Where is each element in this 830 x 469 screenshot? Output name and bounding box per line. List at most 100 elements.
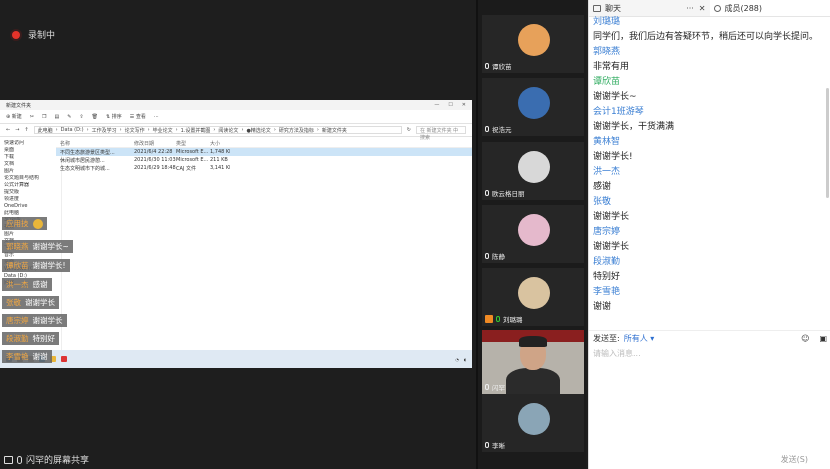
message-sender[interactable]: 张敬 [589,194,830,209]
participant-tile[interactable]: 谭欣苗 [482,15,584,73]
nav-item[interactable]: 音乐 [0,252,61,259]
path-segment[interactable]: ●精选论文 [246,127,270,134]
path-segment[interactable]: 阅读论文 [218,127,238,134]
mic-icon [485,126,489,132]
participant-tile[interactable]: 欧云格日丽 [482,142,584,200]
search-input[interactable]: 在 新建文件夹 中搜索 [416,126,466,141]
forward-icon[interactable]: → [15,127,19,133]
speaker-video[interactable]: 闪罕 [482,330,584,394]
nav-item[interactable]: 文档 [0,161,61,168]
path-segment[interactable]: 研究方法及指标 [279,127,314,134]
message-sender[interactable]: 刘璐璐 [589,14,830,29]
path-segment[interactable]: Data (D:) [61,127,84,133]
main-stage: 录制中 新建文件夹 — ☐ ✕ ⊕ 新建 ✂ ❐ ▤ ✎ ⇪ 🗑 ⇅ 排序 ☰ 查看… [0,0,476,469]
message-sender[interactable]: 唐宗婷 [589,224,830,239]
message-sender[interactable]: 黄林智 [589,134,830,149]
message-sender[interactable]: 洪一杰 [589,164,830,179]
path-segment[interactable]: 论文写作 [125,127,145,134]
more-icon[interactable]: ··· [686,4,694,13]
volume-icon[interactable]: ◖ [464,357,466,362]
refresh-icon[interactable]: ↻ [407,127,411,133]
app-icon[interactable] [61,356,67,362]
sort-button[interactable]: ⇅ 排序 [106,113,122,120]
message-input[interactable]: 请输入消息... [593,348,641,359]
danmaku-name: 张敬 [6,298,21,307]
mic-icon [485,442,489,448]
file-row[interactable]: 休闲城市居民游憩... 2021/6/30 11:03 Microsoft E...… [56,156,472,164]
participant-tile[interactable]: 李晰 [482,394,584,452]
more-icon[interactable]: ··· [154,114,159,120]
tab-chat-label: 聊天 [605,3,621,13]
nav-item[interactable]: 图片 [0,168,61,175]
view-button[interactable]: ☰ 查看 [130,113,146,120]
send-button[interactable]: 发送(S) [781,454,808,465]
nav-item[interactable]: OneDrive [0,203,61,210]
col-date[interactable]: 修改日期 [134,140,176,147]
path-segment[interactable]: 毕业论文 [153,127,173,134]
message-sender[interactable]: 段淑勤 [589,254,830,269]
taskbar: ◔ ◖ [0,350,472,368]
recording-label: 录制中 [28,31,56,41]
nav-item[interactable]: 提交版 [0,189,61,196]
chat-icon [593,4,601,12]
participant-tile[interactable]: 陈静 [482,205,584,263]
participant-label: 谭欣苗 [485,61,512,71]
close-icon[interactable]: ✕ [462,102,466,108]
nav-item[interactable]: 桌面 [0,147,61,154]
send-to-select[interactable]: 所有人 ▾ [624,333,655,344]
new-button[interactable]: ⊕ 新建 [6,113,22,120]
file-row[interactable]: 生态文明城市下的城... 2021/6/29 18:48 CAJ 文件 3,141 K… [56,164,472,172]
nav-item[interactable]: 快速访问 [0,140,61,147]
nav-item[interactable]: 公式计算器 [0,182,61,189]
emoji-icon[interactable]: ☺ [801,334,809,343]
share-icon[interactable]: ⇪ [79,114,83,120]
col-name[interactable]: 名称 [56,140,134,147]
chat-scrollbar[interactable] [824,18,830,318]
col-type[interactable]: 类型 [176,140,210,147]
path-segment[interactable]: 工作及学习 [92,127,117,134]
file-icon[interactable]: ▣ [819,334,827,343]
file-size: 211 KB [210,157,228,163]
path-segment[interactable]: 此电脑 [38,127,53,134]
record-dot-icon [12,30,20,39]
col-size[interactable]: 大小 [210,140,230,147]
up-icon[interactable]: ↑ [24,127,28,133]
path-bar[interactable]: 此电脑 › Data (D:) › 工作及学习 › 论文写作 › 毕业论文 › 1.设置并截图 › 阅读… [33,126,402,134]
mic-active-icon [496,316,500,322]
nav-item[interactable]: 此电脑 [0,210,61,217]
shared-screen: 新建文件夹 — ☐ ✕ ⊕ 新建 ✂ ❐ ▤ ✎ ⇪ 🗑 ⇅ 排序 ☰ 查看 ···… [0,100,472,368]
danmaku-bubble: 郭晓燕 谢谢学长~ [2,240,73,253]
participant-tile[interactable]: 刘璐璐 [482,268,584,326]
danmaku-bubble: 段淑勤 特别好 [2,332,59,345]
message-sender[interactable]: 郭晓燕 [589,44,830,59]
network-icon[interactable]: ◔ [455,357,459,362]
back-icon[interactable]: ← [6,127,10,133]
message-text: 谢谢学长 [593,212,630,222]
avatar [518,24,550,56]
nav-item[interactable]: 下载 [0,154,61,161]
nav-item[interactable]: 领进度 [0,196,61,203]
path-segment[interactable]: 1.设置并截图 [181,127,211,134]
delete-icon[interactable]: 🗑 [92,114,98,120]
cut-icon[interactable]: ✂ [30,114,34,120]
message-sender[interactable]: 会计1班游琴 [589,104,830,119]
participant-name: 祝浩元 [492,126,512,134]
paste-icon[interactable]: ▤ [54,114,59,120]
path-segment[interactable]: 新建文件夹 [322,127,347,134]
file-row[interactable]: 不同生态旅游景区类型... 2021/6/4 22:28 Microsoft E..… [56,148,472,156]
close-icon[interactable]: ✕ [699,4,706,13]
message-sender[interactable]: 谭欣苗 [589,74,830,89]
participant-name: 谭欣苗 [492,63,512,71]
file-name: 生态文明城市下的城... [60,165,110,172]
copy-icon[interactable]: ❐ [42,114,46,120]
host-icon [485,315,493,323]
nav-item[interactable]: 论文题目与结构 [0,175,61,182]
message-sender[interactable]: 李雪艳 [589,284,830,299]
participant-tile[interactable]: 祝浩元 [482,78,584,136]
minimize-icon[interactable]: — [434,102,439,108]
rename-icon[interactable]: ✎ [67,114,71,120]
file-date: 2021/6/29 18:48 [134,165,176,171]
maximize-icon[interactable]: ☐ [448,102,452,108]
danmaku-bubble: 李雪艳 谢谢 [2,350,52,363]
nav-item[interactable]: 图片 [0,231,61,238]
